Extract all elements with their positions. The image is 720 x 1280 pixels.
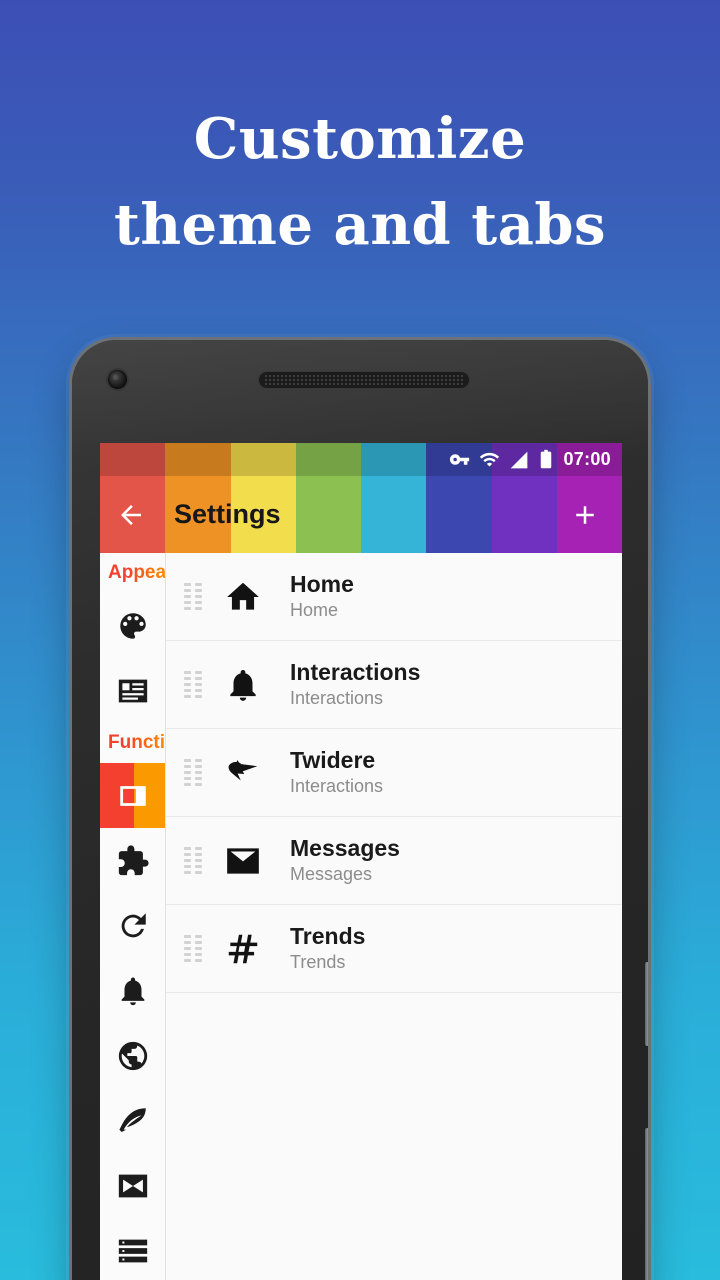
hashtag-icon [228,934,258,963]
sidebar-item-feather[interactable] [100,1088,165,1153]
plus-icon [576,505,594,524]
drag-handle-icon[interactable] [176,583,210,610]
bezel-highlight [72,340,648,460]
add-tab-button[interactable] [554,476,616,553]
earpiece-speaker [258,371,470,389]
tab-subtitle: Home [290,600,339,621]
arrow-left-icon [121,504,141,525]
tabs-list: Home Home Interactions Interactions Twidere I… [166,553,622,1280]
storage-icon [118,1239,147,1262]
tab-text: Twidere Interactions [276,747,612,799]
sidebar-section-header-function: Functi [100,723,165,763]
sidebar-item-palette[interactable] [100,593,165,658]
power-button[interactable] [645,962,648,1046]
vpn-key-icon [449,449,470,470]
puzzle-icon [118,844,149,875]
tab-title: Interactions [290,658,421,685]
wifi-icon [479,449,500,470]
palette-icon [119,612,146,639]
tab-text: Home Home [276,571,612,623]
tab-icon-mail [210,842,276,880]
page-title: Settings [174,499,281,529]
refresh-icon [121,912,146,937]
headline-line-1: Customize [193,106,527,172]
tab-subtitle: Interactions [290,776,384,797]
tab-text: Trends Trends [276,923,612,975]
status-clock: 07:00 [563,449,611,469]
drag-handle-icon[interactable] [176,759,210,786]
sidebar-item-refresh[interactable] [100,893,165,958]
mail-icon [227,847,259,874]
headline-line-2: theme and tabs [113,192,607,258]
signal-icon [509,450,529,470]
status-bar: 07:00 [100,443,622,476]
volume-rocker[interactable] [645,1128,648,1280]
battery-icon [538,449,554,470]
bell-icon [230,669,256,701]
sidebar-item-bell[interactable] [100,958,165,1023]
sidebar-item-puzzle[interactable] [100,828,165,893]
tab-icon [119,785,146,806]
tab-subtitle: Interactions [290,688,384,709]
card-text-icon [118,679,147,702]
drag-handle-icon[interactable] [176,671,210,698]
settings-sidebar: Appea Functi [100,553,166,1280]
table-row[interactable]: Interactions Interactions [166,641,622,729]
drag-handle-icon[interactable] [176,935,210,962]
sidebar-item-tab[interactable] [100,763,165,828]
settings-content: Appea Functi Home Home Interactions Interact… [100,553,622,1280]
tabs-list-empty-area [166,993,622,1280]
table-row[interactable]: Messages Messages [166,817,622,905]
table-row[interactable]: Home Home [166,553,622,641]
tab-title: Twidere [290,746,376,773]
sidebar-item-globe[interactable] [100,1023,165,1088]
tab-icon-bell [210,666,276,704]
tab-text: Messages Messages [276,835,612,887]
table-row[interactable]: Trends Trends [166,905,622,993]
drag-handle-icon[interactable] [176,847,210,874]
tab-subtitle: Messages [290,864,373,885]
tab-icon-twidere-bird [210,754,276,792]
table-row[interactable]: Twidere Interactions [166,729,622,817]
tab-icon-hashtag [210,930,276,968]
tab-title: Home [290,570,354,597]
tab-subtitle: Trends [290,952,346,973]
tab-title: Messages [290,834,400,861]
send-icon [118,1174,147,1197]
promo-headline: Customize theme and tabs [0,96,720,268]
tab-title: Trends [290,922,366,949]
sidebar-item-card-text[interactable] [100,658,165,723]
globe-icon [118,1041,147,1070]
sidebar-section-header-appearance: Appea [100,553,165,593]
home-icon [227,582,259,610]
feather-icon [118,1107,146,1132]
phone-screen: 07:00 Settings Appea Functi Home Home Inter… [100,443,622,1280]
back-button[interactable] [100,476,162,553]
tab-text: Interactions Interactions [276,659,612,711]
bell-icon [121,977,144,1005]
app-bar: Settings [100,476,622,553]
front-camera-icon [108,370,127,389]
sidebar-item-send[interactable] [100,1153,165,1218]
sidebar-item-storage[interactable] [100,1218,165,1280]
twidere-bird-icon [228,759,258,780]
tab-icon-home [210,578,276,616]
